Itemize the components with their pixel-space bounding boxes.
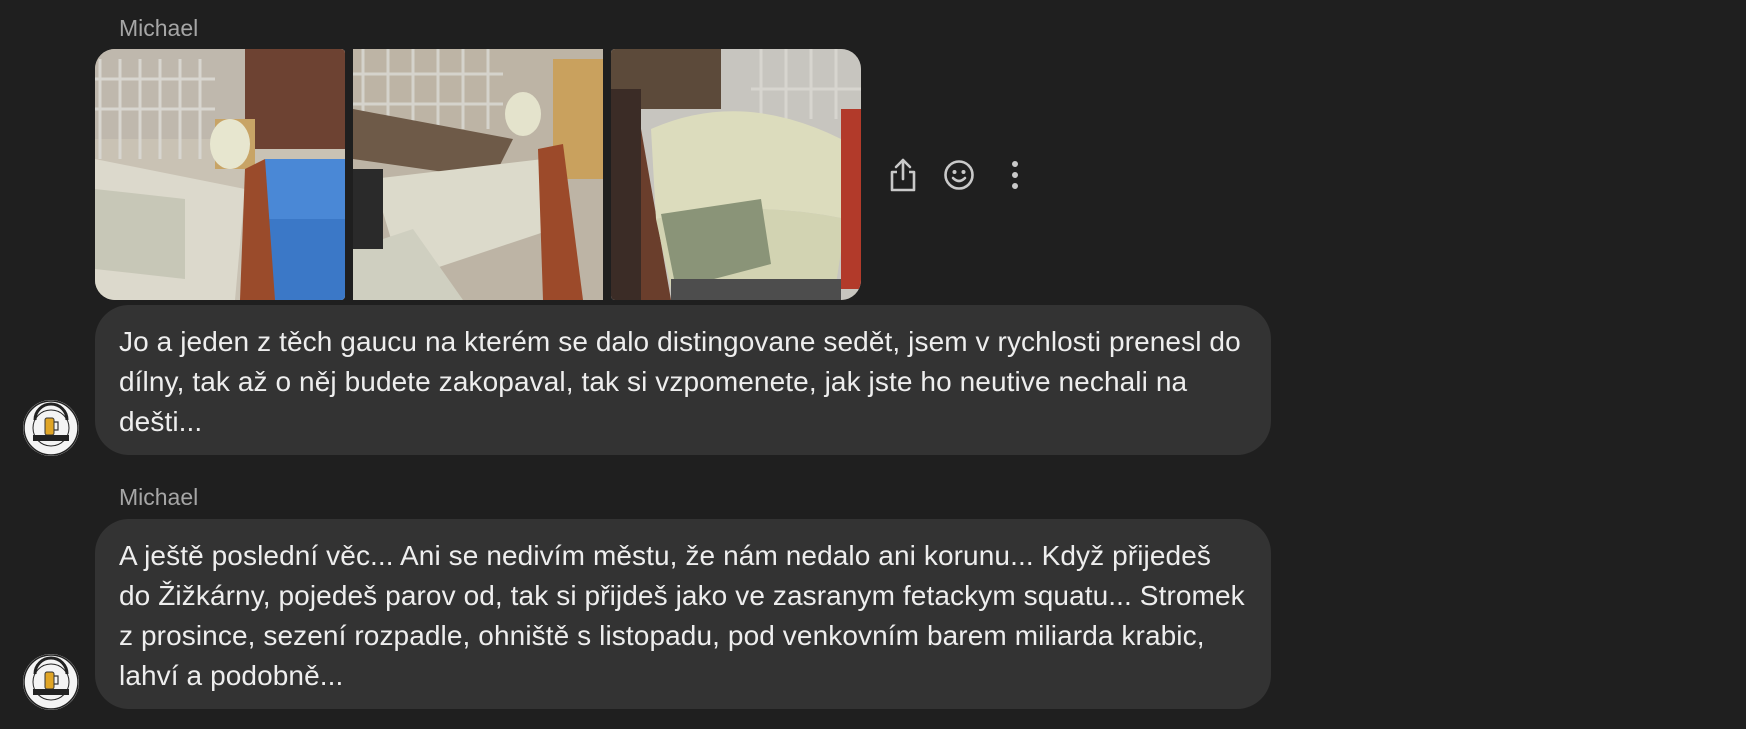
sender-name: Michael [119,15,199,41]
message-actions [884,156,1034,194]
more-icon[interactable] [996,156,1034,194]
emoji-icon[interactable] [940,156,978,194]
message-bubble[interactable]: Jo a jeden z těch gaucu na kterém se dal… [95,305,1271,455]
message-text: Jo a jeden z těch gaucu na kterém se dal… [119,326,1241,437]
avatar[interactable] [23,654,79,710]
photo-attachments [95,49,861,300]
message-bubble[interactable]: A ještě poslední věc... Ani se nedivím m… [95,519,1271,709]
share-icon[interactable] [884,156,922,194]
photo-1[interactable] [95,49,345,300]
photo-2[interactable] [353,49,603,300]
photo-3[interactable] [611,49,861,300]
sender-name: Michael [119,484,199,510]
message-text: A ještě poslední věc... Ani se nedivím m… [119,540,1245,691]
avatar[interactable] [23,400,79,456]
